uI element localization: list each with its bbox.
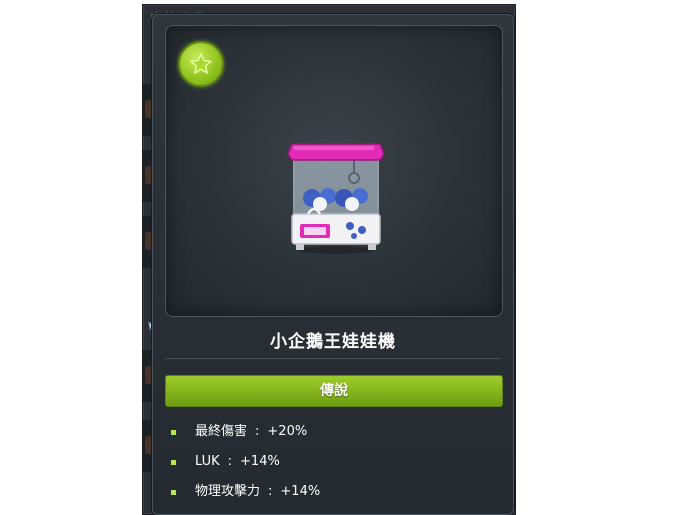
bullet-icon (171, 490, 176, 495)
item-preview-frame (165, 25, 503, 317)
stat-label: 最終傷害 (195, 424, 248, 439)
stat-label: LUK (195, 454, 220, 469)
bullet-icon (171, 460, 176, 465)
stat-label: 物理攻擊力 (195, 484, 261, 499)
bullet-icon (171, 430, 176, 435)
stat-list: 最終傷害: +20% LUK: +14% 物理攻擊力: +14% (165, 417, 501, 507)
claw-machine-icon (287, 143, 385, 254)
stat-value: +20% (267, 424, 308, 439)
stat-row: 最終傷害: +20% (165, 417, 501, 447)
item-name: 小企鵝王娃娃機 (270, 332, 396, 352)
stat-value: +14% (280, 484, 321, 499)
item-tooltip: 小企鵝王娃娃機 傳說 最終傷害: +20% LUK: +14% 物理攻擊力: +14% (152, 14, 514, 515)
stat-row: 物理攻擊力: +14% (165, 477, 501, 507)
stat-value: +14% (240, 454, 280, 469)
stat-row: LUK: +14% (165, 447, 501, 477)
rarity-badge: 傳說 (165, 375, 503, 407)
star-icon (178, 41, 224, 87)
divider (165, 358, 501, 359)
